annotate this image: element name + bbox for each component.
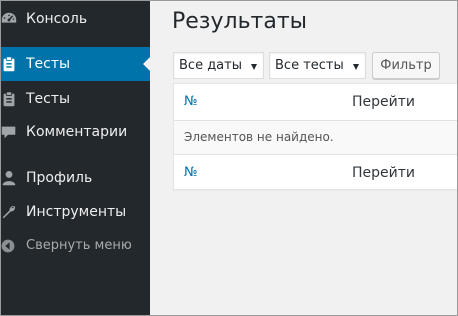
tests-filter-value: Все тесты — [275, 58, 344, 73]
table-footer-row: № Перейти — [174, 155, 458, 191]
sidebar-item-tests[interactable]: Тесты — [0, 82, 150, 115]
sidebar-item-label: Консоль — [26, 10, 88, 27]
sidebar-item-console[interactable]: Консоль — [0, 2, 150, 35]
sidebar-item-label: Тесты — [26, 90, 71, 107]
tests-filter-select[interactable]: Все тесты — [269, 52, 366, 79]
column-header-goto: Перейти — [352, 94, 415, 110]
comment-bubble-icon — [0, 115, 26, 148]
collapse-menu-button[interactable]: Свернуть меню — [0, 229, 150, 262]
sidebar-item-label: Комментарии — [26, 123, 128, 140]
wrench-icon — [0, 195, 26, 228]
clipboard-icon — [0, 48, 26, 81]
table-header-row: № Перейти — [174, 84, 458, 121]
clipboard-icon — [0, 82, 26, 115]
sidebar-item-comments[interactable]: Комментарии — [0, 115, 150, 148]
table-row-empty: Элементов не найдено. — [174, 121, 458, 155]
column-header-number[interactable]: № — [184, 94, 198, 109]
dates-filter-select[interactable]: Все даты — [173, 52, 264, 79]
sidebar-item-label: Инструменты — [26, 203, 127, 220]
column-footer-number[interactable]: № — [184, 165, 198, 180]
active-indicator-arrow — [143, 57, 150, 71]
chevron-down-icon — [353, 64, 359, 70]
empty-message: Элементов не найдено. — [184, 130, 334, 144]
filter-button[interactable]: Фильтр — [372, 52, 440, 79]
sidebar-item-label: Тесты — [26, 56, 71, 72]
dates-filter-value: Все даты — [179, 58, 242, 73]
dashboard-icon — [0, 2, 26, 35]
chevron-down-icon — [251, 64, 257, 70]
results-table: № Перейти Элементов не найдено. № Перейт… — [173, 83, 458, 190]
sidebar-item-tools[interactable]: Инструменты — [0, 195, 150, 228]
collapse-menu-label: Свернуть меню — [26, 238, 132, 253]
sidebar-item-tests-active[interactable]: Тесты — [0, 47, 150, 81]
sidebar-item-profile[interactable]: Профиль — [0, 161, 150, 194]
sidebar-item-label: Профиль — [26, 169, 93, 186]
main-content: Результаты Все даты Все тесты Фильтр № П… — [150, 0, 458, 316]
page-title: Результаты — [172, 9, 308, 34]
collapse-arrow-icon — [0, 229, 26, 262]
admin-sidebar: Консоль Тесты Тесты Комментарии Профиль … — [0, 0, 150, 316]
column-footer-goto: Перейти — [352, 165, 415, 181]
user-icon — [0, 161, 26, 194]
